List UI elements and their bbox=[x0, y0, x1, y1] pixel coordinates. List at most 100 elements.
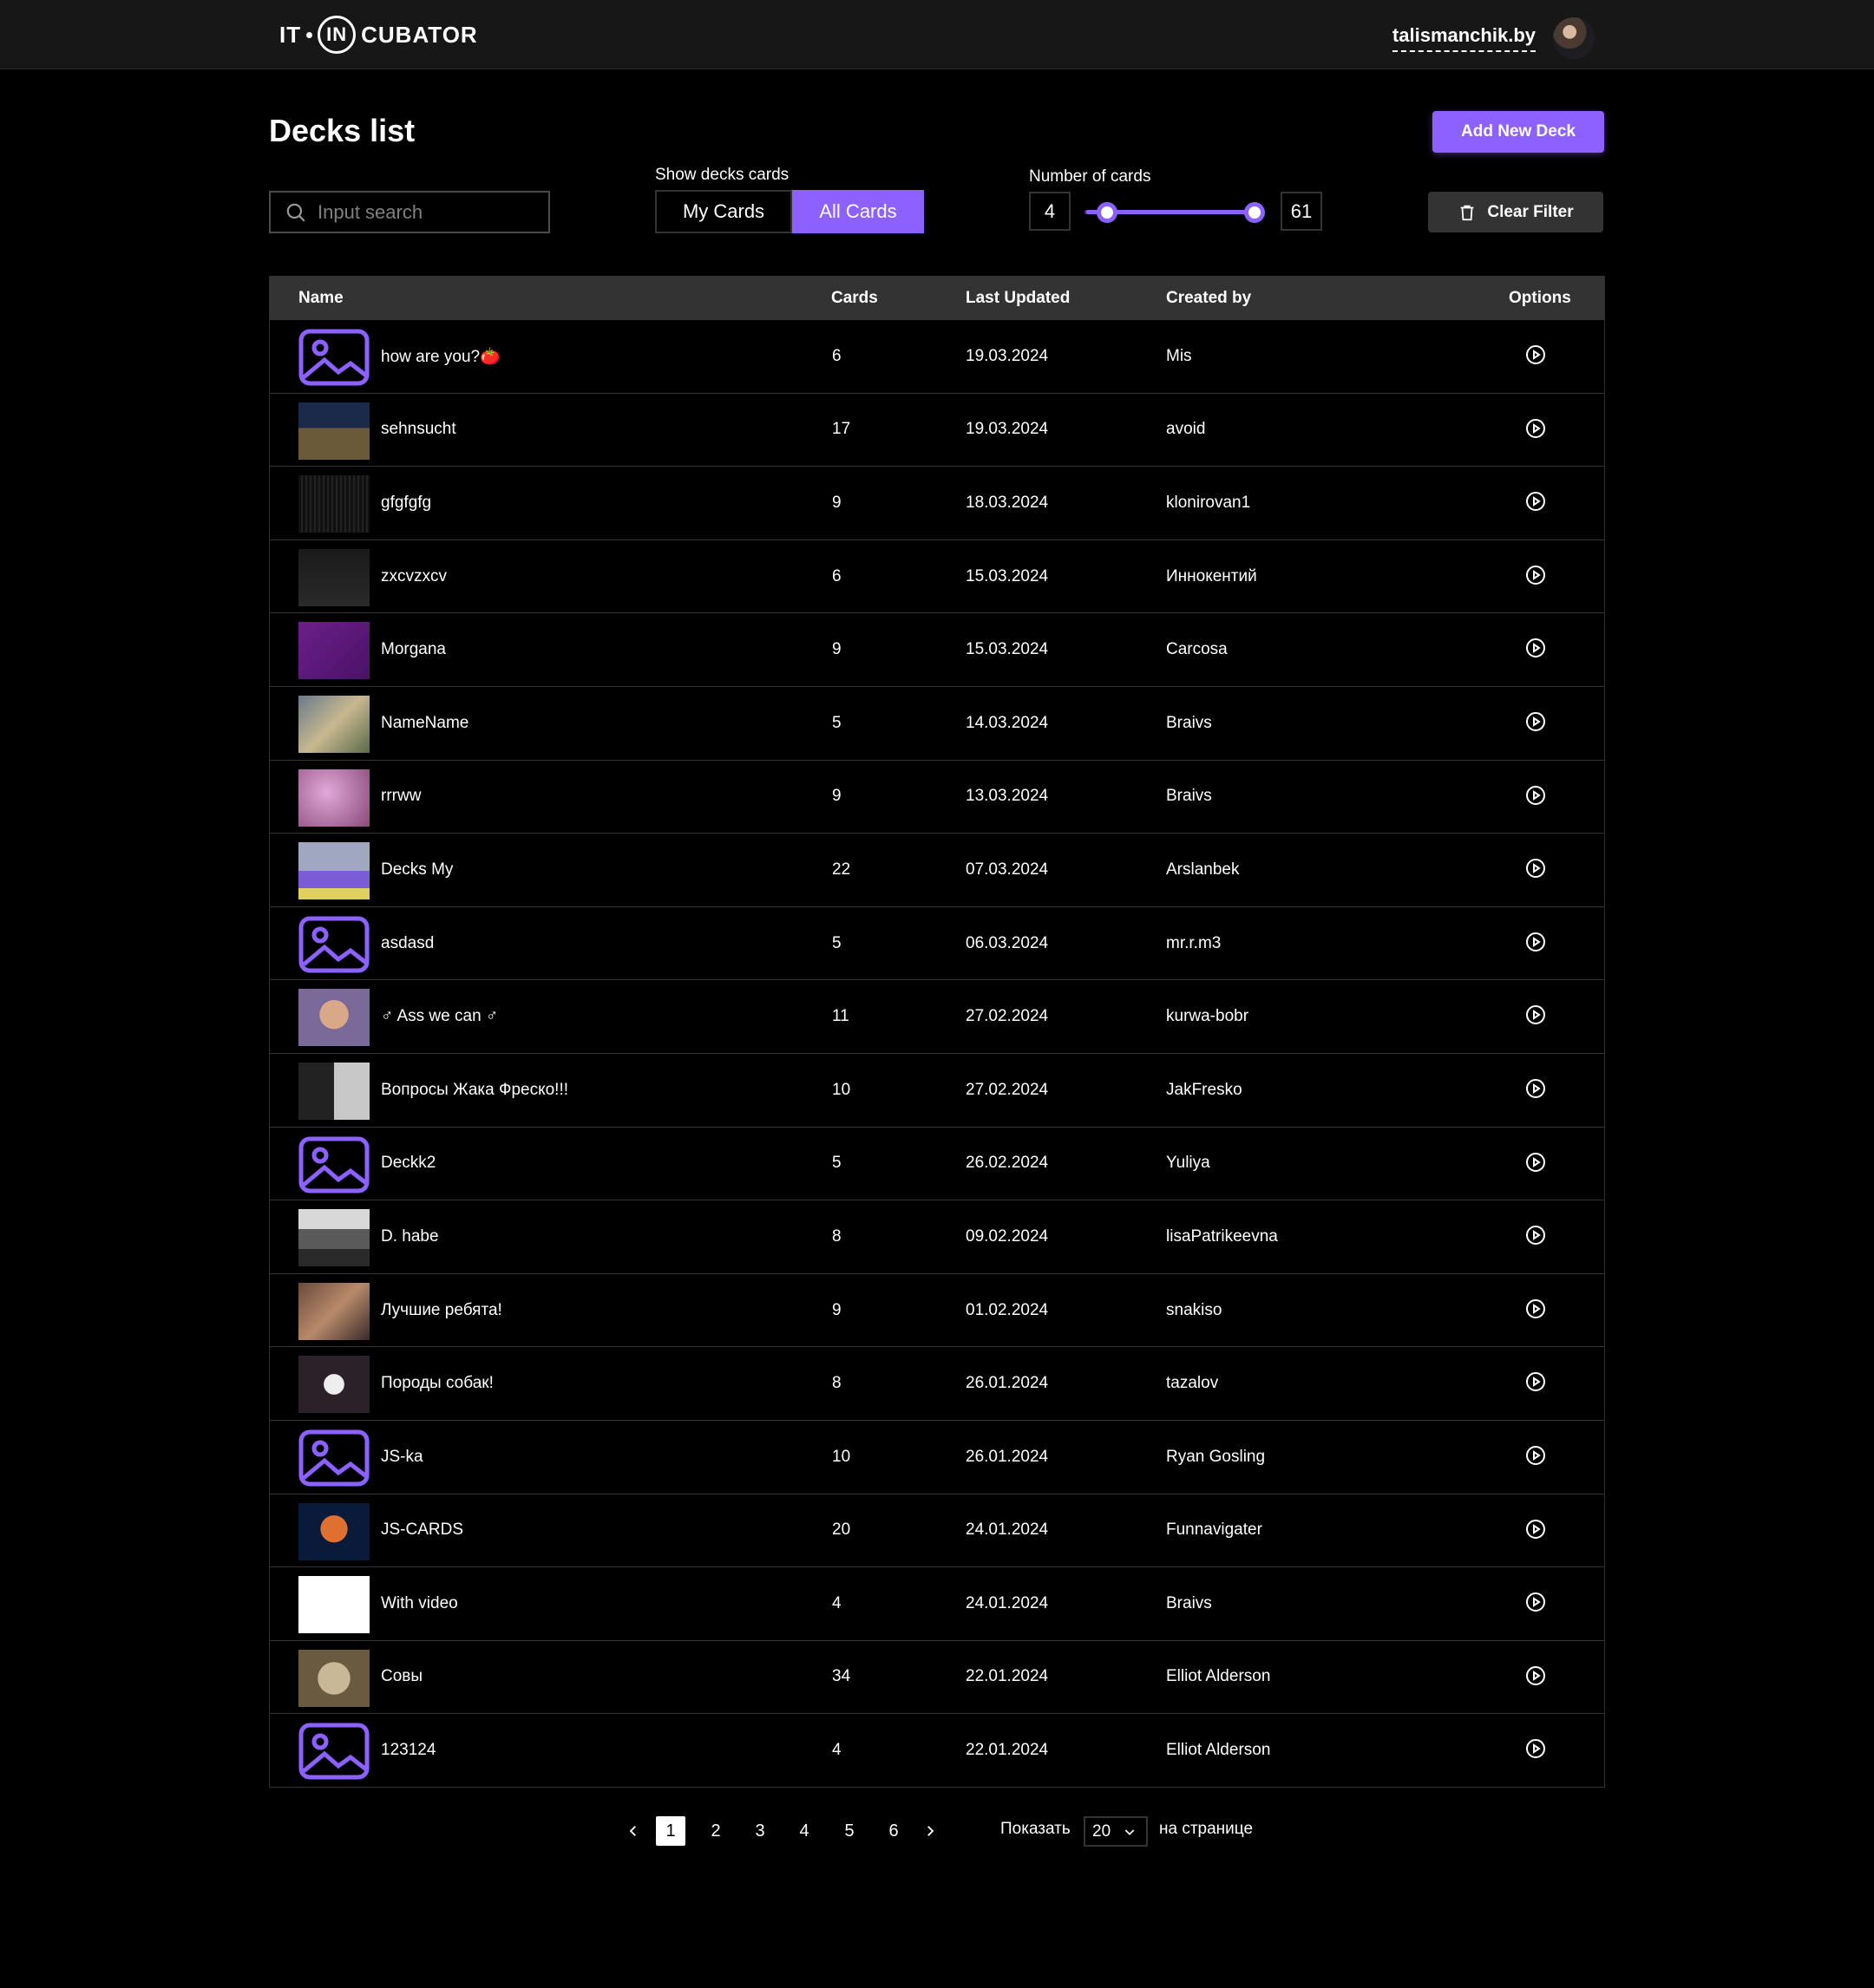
per-page-select[interactable]: 20 bbox=[1084, 1816, 1148, 1847]
deck-name[interactable]: Породы собак! bbox=[381, 1374, 494, 1393]
play-circle-icon[interactable] bbox=[1525, 1152, 1546, 1173]
deck-author: Иннокентий bbox=[1166, 566, 1257, 585]
play-circle-icon[interactable] bbox=[1525, 1592, 1546, 1612]
pagination-prev[interactable] bbox=[619, 1816, 648, 1846]
clear-filter-button[interactable]: Clear Filter bbox=[1428, 192, 1603, 232]
deck-name[interactable]: 123124 bbox=[381, 1741, 436, 1760]
play-circle-icon[interactable] bbox=[1525, 1298, 1546, 1319]
table-row[interactable]: JS-ka 10 26.01.2024 Ryan Gosling bbox=[270, 1419, 1604, 1494]
deck-name[interactable]: how are you?🍅 bbox=[381, 346, 501, 367]
deck-name[interactable]: zxcvzxcv bbox=[381, 567, 447, 586]
deck-last-updated: 26.01.2024 bbox=[966, 1447, 1049, 1466]
deck-name[interactable]: Вопросы Жака Фреско!!! bbox=[381, 1081, 568, 1100]
username[interactable]: talismanchik.by bbox=[1392, 24, 1536, 52]
deck-name[interactable]: asdasd bbox=[381, 934, 434, 953]
add-new-deck-button[interactable]: Add New Deck bbox=[1432, 111, 1604, 153]
range-min-value[interactable]: 4 bbox=[1029, 192, 1071, 231]
deck-name[interactable]: ♂ Ass we can ♂ bbox=[381, 1007, 498, 1026]
pagination-page[interactable]: 3 bbox=[745, 1816, 775, 1846]
column-cards[interactable]: Cards bbox=[831, 289, 878, 308]
logo-dot bbox=[306, 31, 313, 38]
table-row[interactable]: Породы собак! 8 26.01.2024 tazalov bbox=[270, 1346, 1604, 1420]
toggle-all-cards[interactable]: All Cards bbox=[792, 190, 924, 233]
pagination-page[interactable]: 2 bbox=[701, 1816, 731, 1846]
play-circle-icon[interactable] bbox=[1525, 858, 1546, 879]
table-row[interactable]: ♂ Ass we can ♂ 11 27.02.2024 kurwa-bobr bbox=[270, 979, 1604, 1053]
deck-cards-count: 8 bbox=[832, 1226, 842, 1246]
deck-cards-count: 4 bbox=[832, 1593, 842, 1612]
deck-cards-count: 9 bbox=[832, 640, 842, 659]
pagination-next[interactable] bbox=[915, 1816, 945, 1846]
deck-name[interactable]: JS-ka bbox=[381, 1448, 423, 1467]
play-circle-icon[interactable] bbox=[1525, 1371, 1546, 1392]
play-circle-icon[interactable] bbox=[1525, 565, 1546, 585]
table-row[interactable]: how are you?🍅 6 19.03.2024 Mis bbox=[270, 319, 1604, 393]
deck-author: Arslanbek bbox=[1166, 860, 1240, 879]
play-circle-icon[interactable] bbox=[1525, 418, 1546, 439]
deck-cards-count: 6 bbox=[832, 566, 842, 585]
table-row[interactable]: Morgana 9 15.03.2024 Carcosa bbox=[270, 612, 1604, 686]
table-row[interactable]: rrrww 9 13.03.2024 Braivs bbox=[270, 759, 1604, 834]
play-circle-icon[interactable] bbox=[1525, 1519, 1546, 1540]
table-row[interactable]: Decks My 22 07.03.2024 Arslanbek bbox=[270, 833, 1604, 906]
slider-max-thumb[interactable] bbox=[1244, 202, 1265, 223]
play-circle-icon[interactable] bbox=[1525, 1665, 1546, 1686]
cards-toggle[interactable]: My Cards All Cards bbox=[655, 190, 924, 233]
deck-name[interactable]: Лучшие ребята! bbox=[381, 1301, 502, 1320]
play-circle-icon[interactable] bbox=[1525, 1004, 1546, 1025]
table-row[interactable]: gfgfgfg 9 18.03.2024 klonirovan1 bbox=[270, 466, 1604, 540]
play-circle-icon[interactable] bbox=[1525, 491, 1546, 512]
play-circle-icon[interactable] bbox=[1525, 1078, 1546, 1099]
deck-name[interactable]: Совы bbox=[381, 1667, 423, 1686]
deck-name[interactable]: Morgana bbox=[381, 640, 446, 659]
play-circle-icon[interactable] bbox=[1525, 785, 1546, 806]
deck-author: Ryan Gosling bbox=[1166, 1447, 1266, 1466]
chevron-right-icon bbox=[927, 1826, 934, 1836]
table-row[interactable]: sehnsucht 17 19.03.2024 avoid bbox=[270, 392, 1604, 467]
table-row[interactable]: zxcvzxcv 6 15.03.2024 Иннокентий bbox=[270, 539, 1604, 613]
pagination-page[interactable]: 1 bbox=[656, 1816, 685, 1846]
clear-filter-label: Clear Filter bbox=[1487, 202, 1574, 221]
pagination-page[interactable]: 5 bbox=[835, 1816, 864, 1846]
toggle-my-cards[interactable]: My Cards bbox=[655, 190, 792, 233]
range-max-value[interactable]: 61 bbox=[1281, 192, 1322, 231]
deck-name[interactable]: Decks My bbox=[381, 860, 453, 880]
column-created-by[interactable]: Created by bbox=[1166, 289, 1251, 308]
play-circle-icon[interactable] bbox=[1525, 638, 1546, 658]
table-row[interactable]: With video 4 24.01.2024 Braivs bbox=[270, 1566, 1604, 1640]
deck-name[interactable]: With video bbox=[381, 1594, 458, 1613]
deck-name[interactable]: D. habe bbox=[381, 1227, 439, 1246]
column-name[interactable]: Name bbox=[298, 289, 344, 308]
play-circle-icon[interactable] bbox=[1525, 711, 1546, 732]
table-row[interactable]: Deckk2 5 26.02.2024 Yuliya bbox=[270, 1126, 1604, 1200]
play-circle-icon[interactable] bbox=[1525, 344, 1546, 365]
slider-min-thumb[interactable] bbox=[1097, 202, 1117, 223]
pagination-page[interactable]: 4 bbox=[790, 1816, 819, 1846]
play-circle-icon[interactable] bbox=[1525, 1225, 1546, 1246]
table-row[interactable]: Лучшие ребята! 9 01.02.2024 snakiso bbox=[270, 1272, 1604, 1347]
table-row[interactable]: 123124 4 22.01.2024 Elliot Alderson bbox=[270, 1713, 1604, 1787]
deck-name[interactable]: sehnsucht bbox=[381, 420, 456, 439]
pagination-page[interactable]: 6 bbox=[879, 1816, 908, 1846]
avatar[interactable] bbox=[1553, 17, 1595, 59]
logo[interactable]: IT IN CUBATOR bbox=[279, 14, 478, 56]
deck-cover-image bbox=[298, 1356, 370, 1414]
search-input[interactable]: Input search bbox=[269, 191, 550, 233]
deck-name[interactable]: rrrww bbox=[381, 787, 421, 806]
table-row[interactable]: asdasd 5 06.03.2024 mr.r.m3 bbox=[270, 906, 1604, 980]
deck-name[interactable]: gfgfgfg bbox=[381, 494, 431, 513]
table-row[interactable]: JS-CARDS 20 24.01.2024 Funnavigater bbox=[270, 1493, 1604, 1567]
table-row[interactable]: NameName 5 14.03.2024 Braivs bbox=[270, 685, 1604, 760]
play-circle-icon[interactable] bbox=[1525, 1738, 1546, 1759]
deck-cards-count: 9 bbox=[832, 1300, 842, 1319]
table-row[interactable]: Совы 34 22.01.2024 Elliot Alderson bbox=[270, 1639, 1604, 1714]
table-row[interactable]: Вопросы Жака Фреско!!! 10 27.02.2024 Jak… bbox=[270, 1052, 1604, 1127]
deck-name[interactable]: NameName bbox=[381, 714, 468, 733]
play-circle-icon[interactable] bbox=[1525, 1445, 1546, 1466]
user-menu[interactable]: talismanchik.by bbox=[1392, 17, 1595, 59]
deck-name[interactable]: JS-CARDS bbox=[381, 1520, 463, 1540]
deck-name[interactable]: Deckk2 bbox=[381, 1154, 436, 1173]
play-circle-icon[interactable] bbox=[1525, 932, 1546, 952]
table-row[interactable]: D. habe 8 09.02.2024 lisaPatrikeevna bbox=[270, 1200, 1604, 1273]
column-last-updated[interactable]: Last Updated bbox=[966, 289, 1070, 308]
